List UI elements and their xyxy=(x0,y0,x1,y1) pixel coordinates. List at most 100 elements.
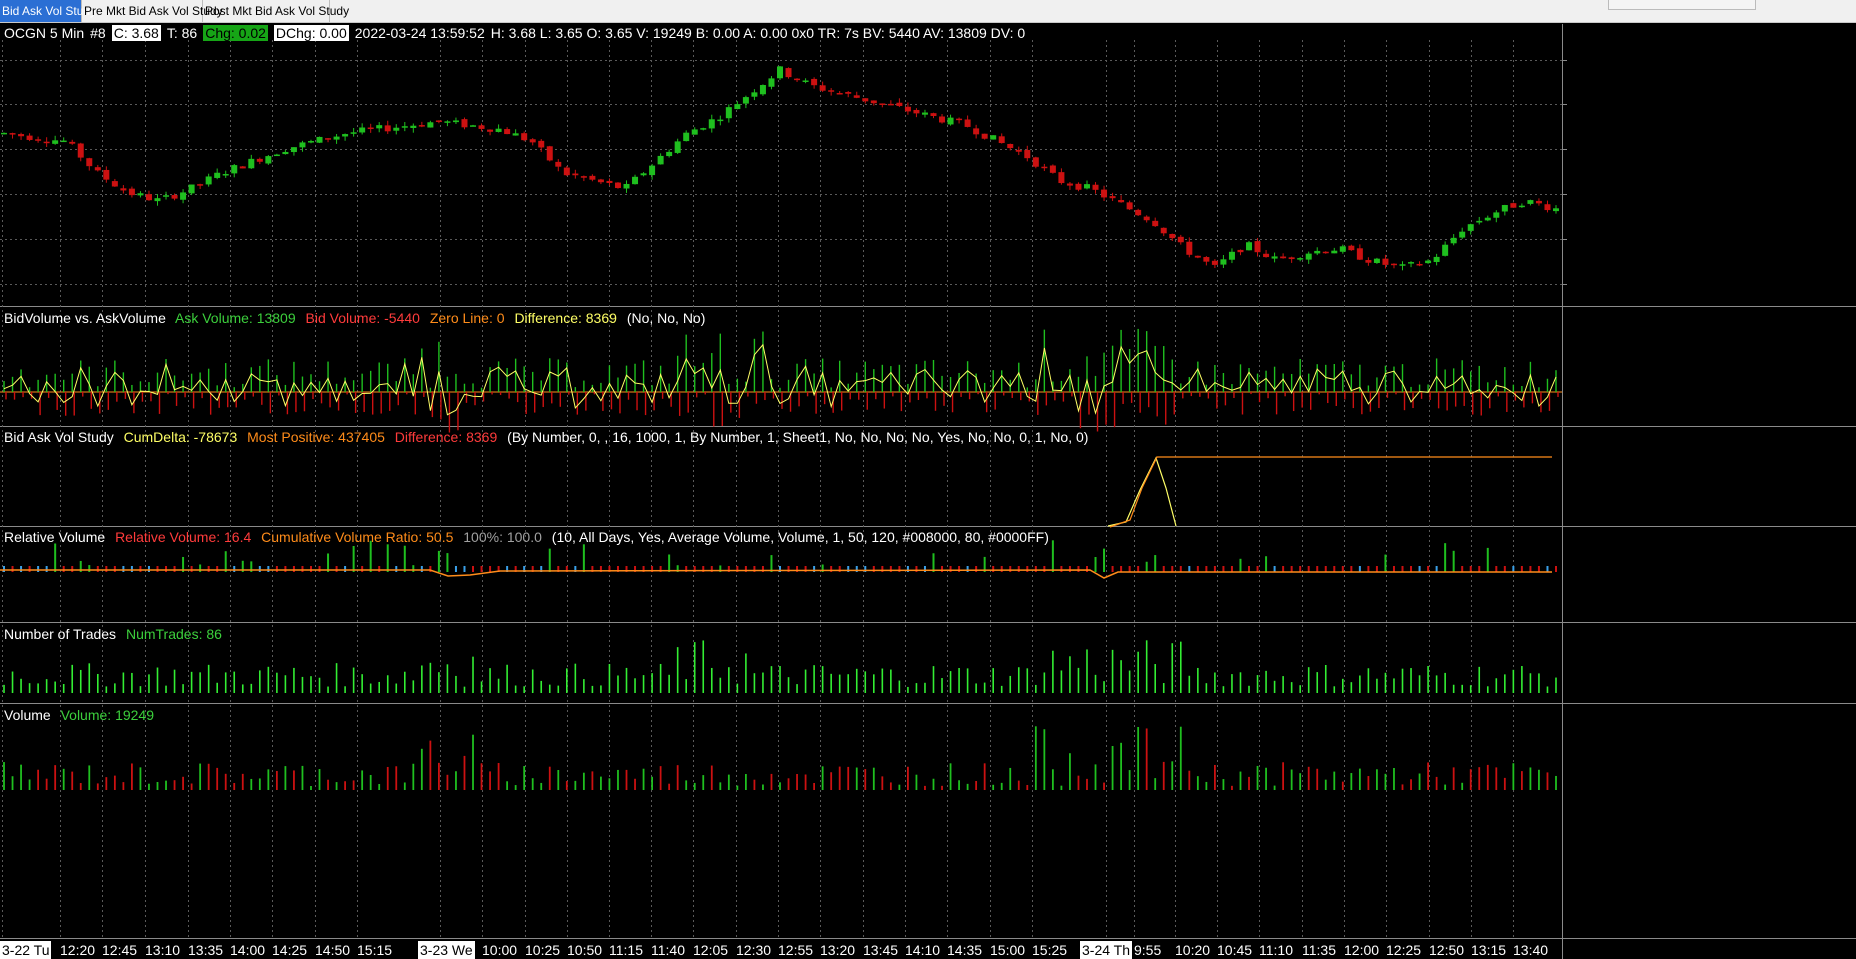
bidask-params: (No, No, No) xyxy=(626,310,706,326)
difference-label: Difference: 8369 xyxy=(514,310,617,326)
x-axis-label: 15:00 xyxy=(990,942,1026,958)
candle-body xyxy=(1459,231,1466,238)
x-axis-label: 13:40 xyxy=(1513,942,1549,958)
candle-body xyxy=(1535,200,1542,204)
candle-body xyxy=(1527,200,1534,204)
candle-body xyxy=(1015,149,1022,152)
candle-body xyxy=(777,66,783,79)
x-axis-label: 9:55 xyxy=(1134,942,1162,958)
candle-body xyxy=(248,158,255,169)
x-axis-label: 12:55 xyxy=(778,942,814,958)
candle-body xyxy=(1058,172,1065,184)
candle-body xyxy=(86,158,93,167)
candle-body xyxy=(1553,208,1559,212)
tab-post-mkt-bid-ask-vol-study[interactable]: Post Mkt Bid Ask Vol Study xyxy=(203,0,349,22)
candle-body xyxy=(921,112,928,115)
x-axis-label: 13:20 xyxy=(820,942,856,958)
x-axis-label: 10:50 xyxy=(567,942,603,958)
candle-body xyxy=(632,176,639,185)
candle-body xyxy=(1288,257,1295,260)
candle-body xyxy=(973,128,980,135)
candle-body xyxy=(1118,200,1125,203)
candle-body xyxy=(666,151,673,157)
candle-body xyxy=(1101,189,1108,198)
candle-body xyxy=(1408,262,1415,264)
x-axis-label: 12:05 xyxy=(693,942,729,958)
candle-body xyxy=(427,122,434,128)
most-positive-line xyxy=(1109,456,1552,528)
candle-body xyxy=(947,117,954,125)
candle-body xyxy=(870,100,877,104)
candle-body xyxy=(1305,253,1312,260)
candle-body xyxy=(691,129,698,135)
candle-body xyxy=(470,125,477,127)
candle-body xyxy=(649,165,656,176)
candle-body xyxy=(597,179,604,183)
candle-body xyxy=(367,127,374,130)
candle-body xyxy=(734,104,741,110)
candle-body xyxy=(1066,183,1073,186)
candle-body xyxy=(1007,143,1014,149)
candle-body xyxy=(1,132,7,135)
candle-body xyxy=(1220,259,1227,265)
bavs-study-header: Bid Ask Vol Study CumDelta: -78673 Most … xyxy=(4,428,1094,446)
bavs-difference-label: Difference: 8369 xyxy=(394,429,498,445)
candle-body xyxy=(904,106,911,112)
candle-body xyxy=(43,141,50,144)
cum-delta-label: CumDelta: -78673 xyxy=(123,429,238,445)
candle-body xyxy=(862,98,869,102)
candle-body xyxy=(1476,220,1483,223)
chart-area[interactable] xyxy=(0,24,1856,959)
daily-change-value: DChg: 0.00 xyxy=(273,25,349,41)
candle-body xyxy=(1032,157,1039,167)
candle-body xyxy=(1544,204,1551,211)
x-axis-label: 10:20 xyxy=(1175,942,1211,958)
candle-body xyxy=(111,181,118,187)
candle-body xyxy=(393,127,400,131)
candle-body xyxy=(1237,249,1244,253)
candle-body xyxy=(77,143,84,158)
candle-body xyxy=(171,195,178,199)
candle-body xyxy=(1399,264,1406,266)
bavs-study-name: Bid Ask Vol Study xyxy=(4,429,114,445)
window-controls[interactable] xyxy=(1608,0,1756,10)
candle-body xyxy=(205,176,212,185)
bar-details: H: 3.68 L: 3.65 O: 3.65 V: 19249 B: 0.00… xyxy=(490,25,1026,41)
x-axis-label: 3-22 Tu xyxy=(0,941,52,959)
candle-body xyxy=(120,188,127,191)
candle-body xyxy=(674,141,681,153)
bidask-study-header: BidVolume vs. AskVolume Ask Volume: 1380… xyxy=(4,309,711,327)
candle-body xyxy=(819,85,826,91)
candle-body xyxy=(1314,250,1321,254)
candle-body xyxy=(640,173,647,176)
x-axis-label: 11:35 xyxy=(1302,942,1336,958)
candle-body xyxy=(529,139,536,143)
candle-body xyxy=(1083,184,1090,189)
candle-body xyxy=(444,121,451,123)
tab-pre-mkt-bid-ask-vol-study[interactable]: Pre Mkt Bid Ask Vol Study xyxy=(82,0,223,22)
bid-volume-label: Bid Volume: -5440 xyxy=(305,310,420,326)
candle-body xyxy=(1092,184,1099,190)
candle-body xyxy=(700,128,707,130)
candle-body xyxy=(1331,250,1338,254)
candle-body xyxy=(1348,245,1355,251)
candle-body xyxy=(512,133,519,136)
candle-body xyxy=(759,85,766,95)
candle-body xyxy=(333,136,340,140)
tab-bid-ask-vol-study[interactable]: Bid Ask Vol Study xyxy=(0,0,96,22)
candle-body xyxy=(572,173,579,176)
candle-body xyxy=(1297,258,1304,260)
candle-body xyxy=(1356,248,1363,260)
candle-body xyxy=(1143,216,1150,221)
candle-body xyxy=(981,133,988,139)
candle-body xyxy=(939,116,946,123)
candle-body xyxy=(359,127,366,133)
num-trades-label: NumTrades: 86 xyxy=(125,626,222,642)
x-axis-label: 12:25 xyxy=(1386,942,1422,958)
candle-body xyxy=(768,78,775,87)
x-axis-label: 15:15 xyxy=(357,942,393,958)
ask-volume-label: Ask Volume: 13809 xyxy=(175,310,296,326)
volume-value-label: Volume: 19249 xyxy=(60,707,154,723)
candle-body xyxy=(154,198,161,202)
candle-body xyxy=(1211,260,1218,265)
